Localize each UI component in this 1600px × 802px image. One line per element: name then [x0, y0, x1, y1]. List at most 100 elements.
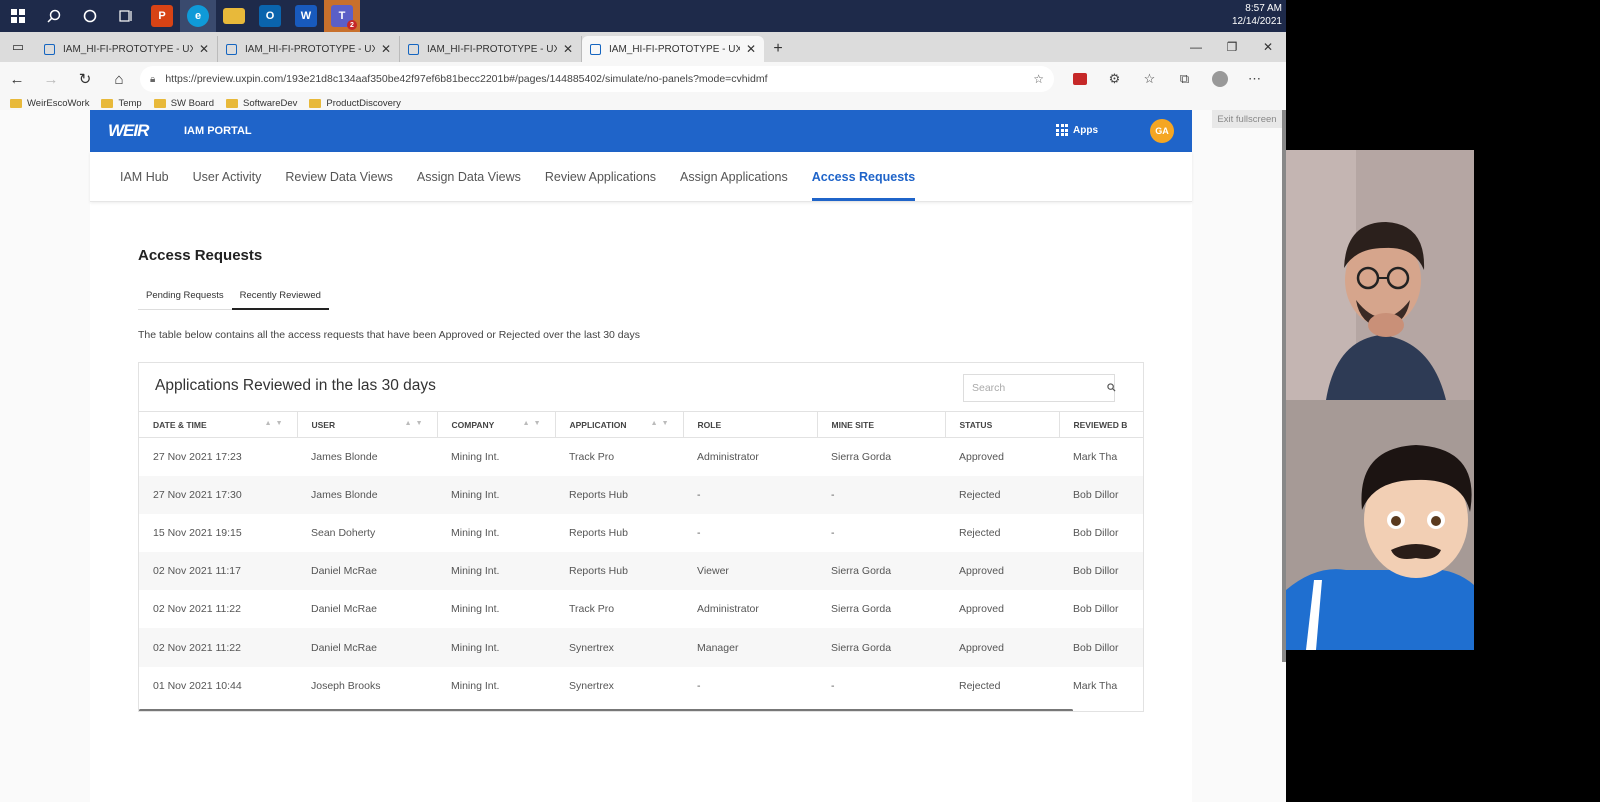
refresh-icon[interactable]: ↻ [68, 62, 102, 96]
new-tab-icon[interactable]: + [764, 36, 792, 62]
tab-recently-reviewed[interactable]: Recently Reviewed [231, 282, 330, 310]
weir-logo[interactable]: WEIR [108, 122, 164, 140]
column-reviewed-by[interactable]: REVIEWED B [1059, 411, 1143, 438]
table-row[interactable]: 02 Nov 2021 11:22 Daniel McRae Mining In… [139, 628, 1143, 667]
column-status[interactable]: STATUS [945, 411, 1060, 438]
column-label: MINE SITE [831, 419, 875, 430]
close-tab-icon[interactable]: ✕ [381, 42, 391, 56]
back-icon[interactable]: ← [0, 62, 34, 96]
column-application[interactable]: APPLICATION ▲▼ [555, 411, 684, 438]
nav-review-applications[interactable]: Review Applications [533, 152, 668, 201]
column-role[interactable]: ROLE [683, 411, 818, 438]
nav-iam-hub[interactable]: IAM Hub [108, 152, 181, 201]
browser-tab-1[interactable]: IAM_HI-FI-PROTOTYPE - UXPin F ✕ [36, 36, 218, 62]
outlook-icon[interactable]: O [252, 0, 288, 32]
sort-icon[interactable]: ▲▼ [651, 420, 673, 427]
paint-app-icon[interactable]: P [144, 0, 180, 32]
favorites-icon[interactable]: ☆ [1132, 62, 1167, 96]
table-row[interactable]: 02 Nov 2021 11:22 Daniel McRae Mining In… [139, 590, 1143, 628]
browser-tab-3[interactable]: IAM_HI-FI-PROTOTYPE - UXPin F ✕ [400, 36, 582, 62]
column-user[interactable]: USER ▲▼ [297, 411, 438, 438]
browser-tab-4[interactable]: IAM_HI-FI-PROTOTYPE - UXPin F ✕ [582, 36, 764, 62]
bookmark-temp[interactable]: Temp [101, 97, 142, 109]
search-icon[interactable] [1107, 382, 1116, 394]
bookmark-label: ProductDiscovery [326, 97, 401, 109]
nav-user-activity[interactable]: User Activity [181, 152, 274, 201]
uxpin-favicon-icon [226, 43, 237, 55]
table-header-row: DATE & TIME ▲▼ USER ▲▼ COMPANY ▲▼ APPLICATI… [139, 411, 1143, 438]
bookmark-label: WeirEscoWork [27, 97, 90, 109]
extension-puzzle-icon[interactable]: ⚙ [1097, 62, 1132, 96]
cell-company: Mining Int. [451, 526, 500, 539]
reviewed-applications-card: Applications Reviewed in the las 30 days [138, 362, 1144, 712]
bookmark-weirescowork[interactable]: WeirEscoWork [10, 98, 89, 109]
more-options-icon[interactable]: ⋯ [1237, 62, 1272, 96]
windows-start-icon[interactable] [0, 0, 36, 32]
address-bar[interactable]: 🔒︎ https://preview.uxpin.com/193e21d8c13… [140, 66, 1054, 92]
bookmark-label: Temp [118, 97, 142, 109]
system-clock[interactable]: 8:57 AM 12/14/2021 [1232, 2, 1282, 28]
forward-icon[interactable]: → [34, 62, 68, 96]
home-icon[interactable]: ⌂ [102, 62, 136, 96]
cell-date-time: 02 Nov 2021 11:17 [153, 565, 241, 578]
bookmark-softwaredev[interactable]: SoftwareDev [226, 98, 297, 109]
word-icon[interactable]: W [288, 0, 324, 32]
tab-actions-icon[interactable]: ▭ [0, 32, 36, 62]
table-row[interactable]: 27 Nov 2021 17:23 James Blonde Mining In… [139, 438, 1143, 476]
column-company[interactable]: COMPANY ▲▼ [437, 411, 556, 438]
file-explorer-icon[interactable] [216, 0, 252, 32]
bookmark-sw-board[interactable]: SW Board [153, 98, 214, 109]
lock-icon[interactable]: 🔒︎ [150, 74, 155, 85]
collections-icon[interactable]: ⧉ [1167, 62, 1202, 96]
exit-fullscreen-button[interactable]: Exit fullscreen [1212, 110, 1282, 128]
close-tab-icon[interactable]: ✕ [563, 42, 573, 56]
page-title: Access Requests [138, 247, 263, 264]
cell-status: Approved [959, 450, 1004, 463]
search-input[interactable] [972, 382, 1107, 394]
nav-assign-applications[interactable]: Assign Applications [668, 152, 800, 201]
cell-mine-site: - [831, 679, 835, 692]
close-tab-icon[interactable]: ✕ [746, 42, 756, 56]
restore-icon[interactable]: ❐ [1214, 32, 1250, 62]
sort-icon[interactable]: ▲▼ [265, 420, 287, 427]
task-view-icon[interactable] [108, 0, 144, 32]
window-controls: — ❐ ✕ [1178, 32, 1286, 62]
apps-button[interactable]: Apps [1056, 124, 1098, 136]
cell-status: Approved [959, 641, 1004, 654]
subtabs: Pending Requests Recently Reviewed [138, 282, 330, 310]
sort-icon[interactable]: ▲▼ [523, 420, 545, 427]
cortana-icon[interactable] [72, 0, 108, 32]
user-avatar[interactable]: GA [1150, 119, 1174, 143]
column-label: REVIEWED B [1073, 419, 1128, 430]
nav-review-data-views[interactable]: Review Data Views [273, 152, 404, 201]
edge-browser-icon[interactable]: e [180, 0, 216, 32]
table-row[interactable]: 15 Nov 2021 19:15 Sean Doherty Mining In… [139, 514, 1143, 552]
nav-assign-data-views[interactable]: Assign Data Views [405, 152, 533, 201]
column-mine-site[interactable]: MINE SITE [817, 411, 946, 438]
table-horizontal-scrollbar[interactable] [139, 709, 1073, 711]
cell-status: Rejected [959, 488, 1001, 501]
app-header: WEIR IAM PORTAL Apps GA [90, 110, 1192, 152]
cell-mine-site: Sierra Gorda [831, 641, 892, 654]
bookmark-label: SoftwareDev [243, 97, 298, 109]
sort-icon[interactable]: ▲▼ [405, 420, 427, 427]
teams-icon[interactable]: T2 [324, 0, 360, 32]
uxpin-favicon-icon [44, 43, 55, 55]
bookmark-productdiscovery[interactable]: ProductDiscovery [309, 97, 401, 109]
table-row[interactable]: 01 Nov 2021 10:44 Joseph Brooks Mining I… [139, 667, 1143, 705]
close-tab-icon[interactable]: ✕ [199, 42, 209, 56]
profile-icon[interactable] [1202, 62, 1237, 96]
column-date-time[interactable]: DATE & TIME ▲▼ [139, 411, 298, 438]
close-window-icon[interactable]: ✕ [1250, 32, 1286, 62]
tab-pending-requests[interactable]: Pending Requests [138, 282, 232, 309]
extension-red-icon[interactable] [1062, 62, 1097, 96]
table-row[interactable]: 02 Nov 2021 11:17 Daniel McRae Mining In… [139, 552, 1143, 591]
minimize-icon[interactable]: — [1178, 32, 1214, 62]
folder-icon [101, 98, 114, 108]
nav-access-requests[interactable]: Access Requests [800, 152, 928, 201]
cell-company: Mining Int. [451, 488, 500, 501]
search-icon[interactable] [36, 0, 72, 32]
browser-tab-2[interactable]: IAM_HI-FI-PROTOTYPE - UXPin F ✕ [218, 36, 400, 62]
add-favorite-icon[interactable]: ☆ [1033, 72, 1044, 86]
table-row[interactable]: 27 Nov 2021 17:30 James Blonde Mining In… [139, 475, 1143, 514]
